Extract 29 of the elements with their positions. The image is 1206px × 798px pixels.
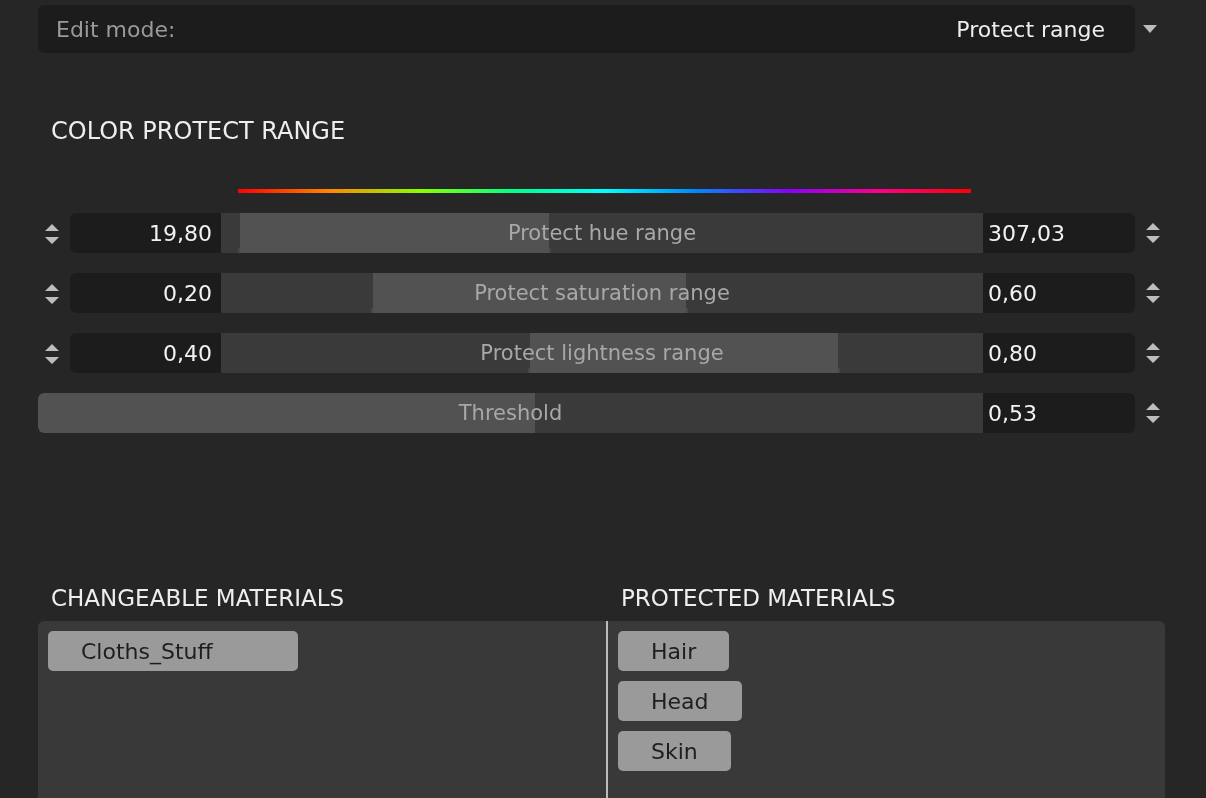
spinner-arrows-icon[interactable] (44, 223, 60, 245)
max-value-field[interactable]: 0,80 (983, 333, 1135, 373)
spinner-arrows-icon[interactable] (44, 283, 60, 305)
slider-label: Protect lightness range (480, 341, 724, 365)
slider-label: Protect saturation range (474, 281, 730, 305)
dropdown-caret-icon[interactable] (1143, 25, 1157, 34)
material-chip[interactable]: Hair (618, 631, 730, 671)
changeable-materials-heading: CHANGEABLE MATERIALS (51, 585, 346, 611)
range-slider-track[interactable]: Protect hue range (221, 213, 983, 253)
spinner-arrows-icon[interactable] (1145, 342, 1161, 364)
threshold-value-field[interactable]: 0,53 (983, 393, 1135, 433)
protected-materials-heading: PROTECTED MATERIALS (621, 585, 897, 611)
slider-label: Threshold (458, 401, 563, 425)
material-chip[interactable]: Cloths_Stuff (48, 631, 298, 671)
spinner-arrows-icon[interactable] (44, 343, 60, 365)
material-chip[interactable]: Skin (618, 731, 731, 771)
edit-mode-label: Edit mode: (56, 16, 176, 42)
min-value-field[interactable]: 0,20 (70, 273, 221, 313)
section-heading: COLOR PROTECT RANGE (51, 117, 347, 145)
spinner-arrows-icon[interactable] (1145, 402, 1161, 424)
material-chip[interactable]: Head (618, 681, 742, 721)
edit-mode-value: Protect range (956, 16, 1105, 42)
min-value-field[interactable]: 19,80 (70, 213, 221, 253)
max-value-field[interactable]: 0,60 (983, 273, 1135, 313)
max-value-field[interactable]: 307,03 (983, 213, 1135, 253)
slider-label: Protect hue range (507, 221, 697, 245)
spinner-arrows-icon[interactable] (1145, 222, 1161, 244)
spinner-arrows-icon[interactable] (1145, 282, 1161, 304)
min-value-field[interactable]: 0,40 (70, 333, 221, 373)
